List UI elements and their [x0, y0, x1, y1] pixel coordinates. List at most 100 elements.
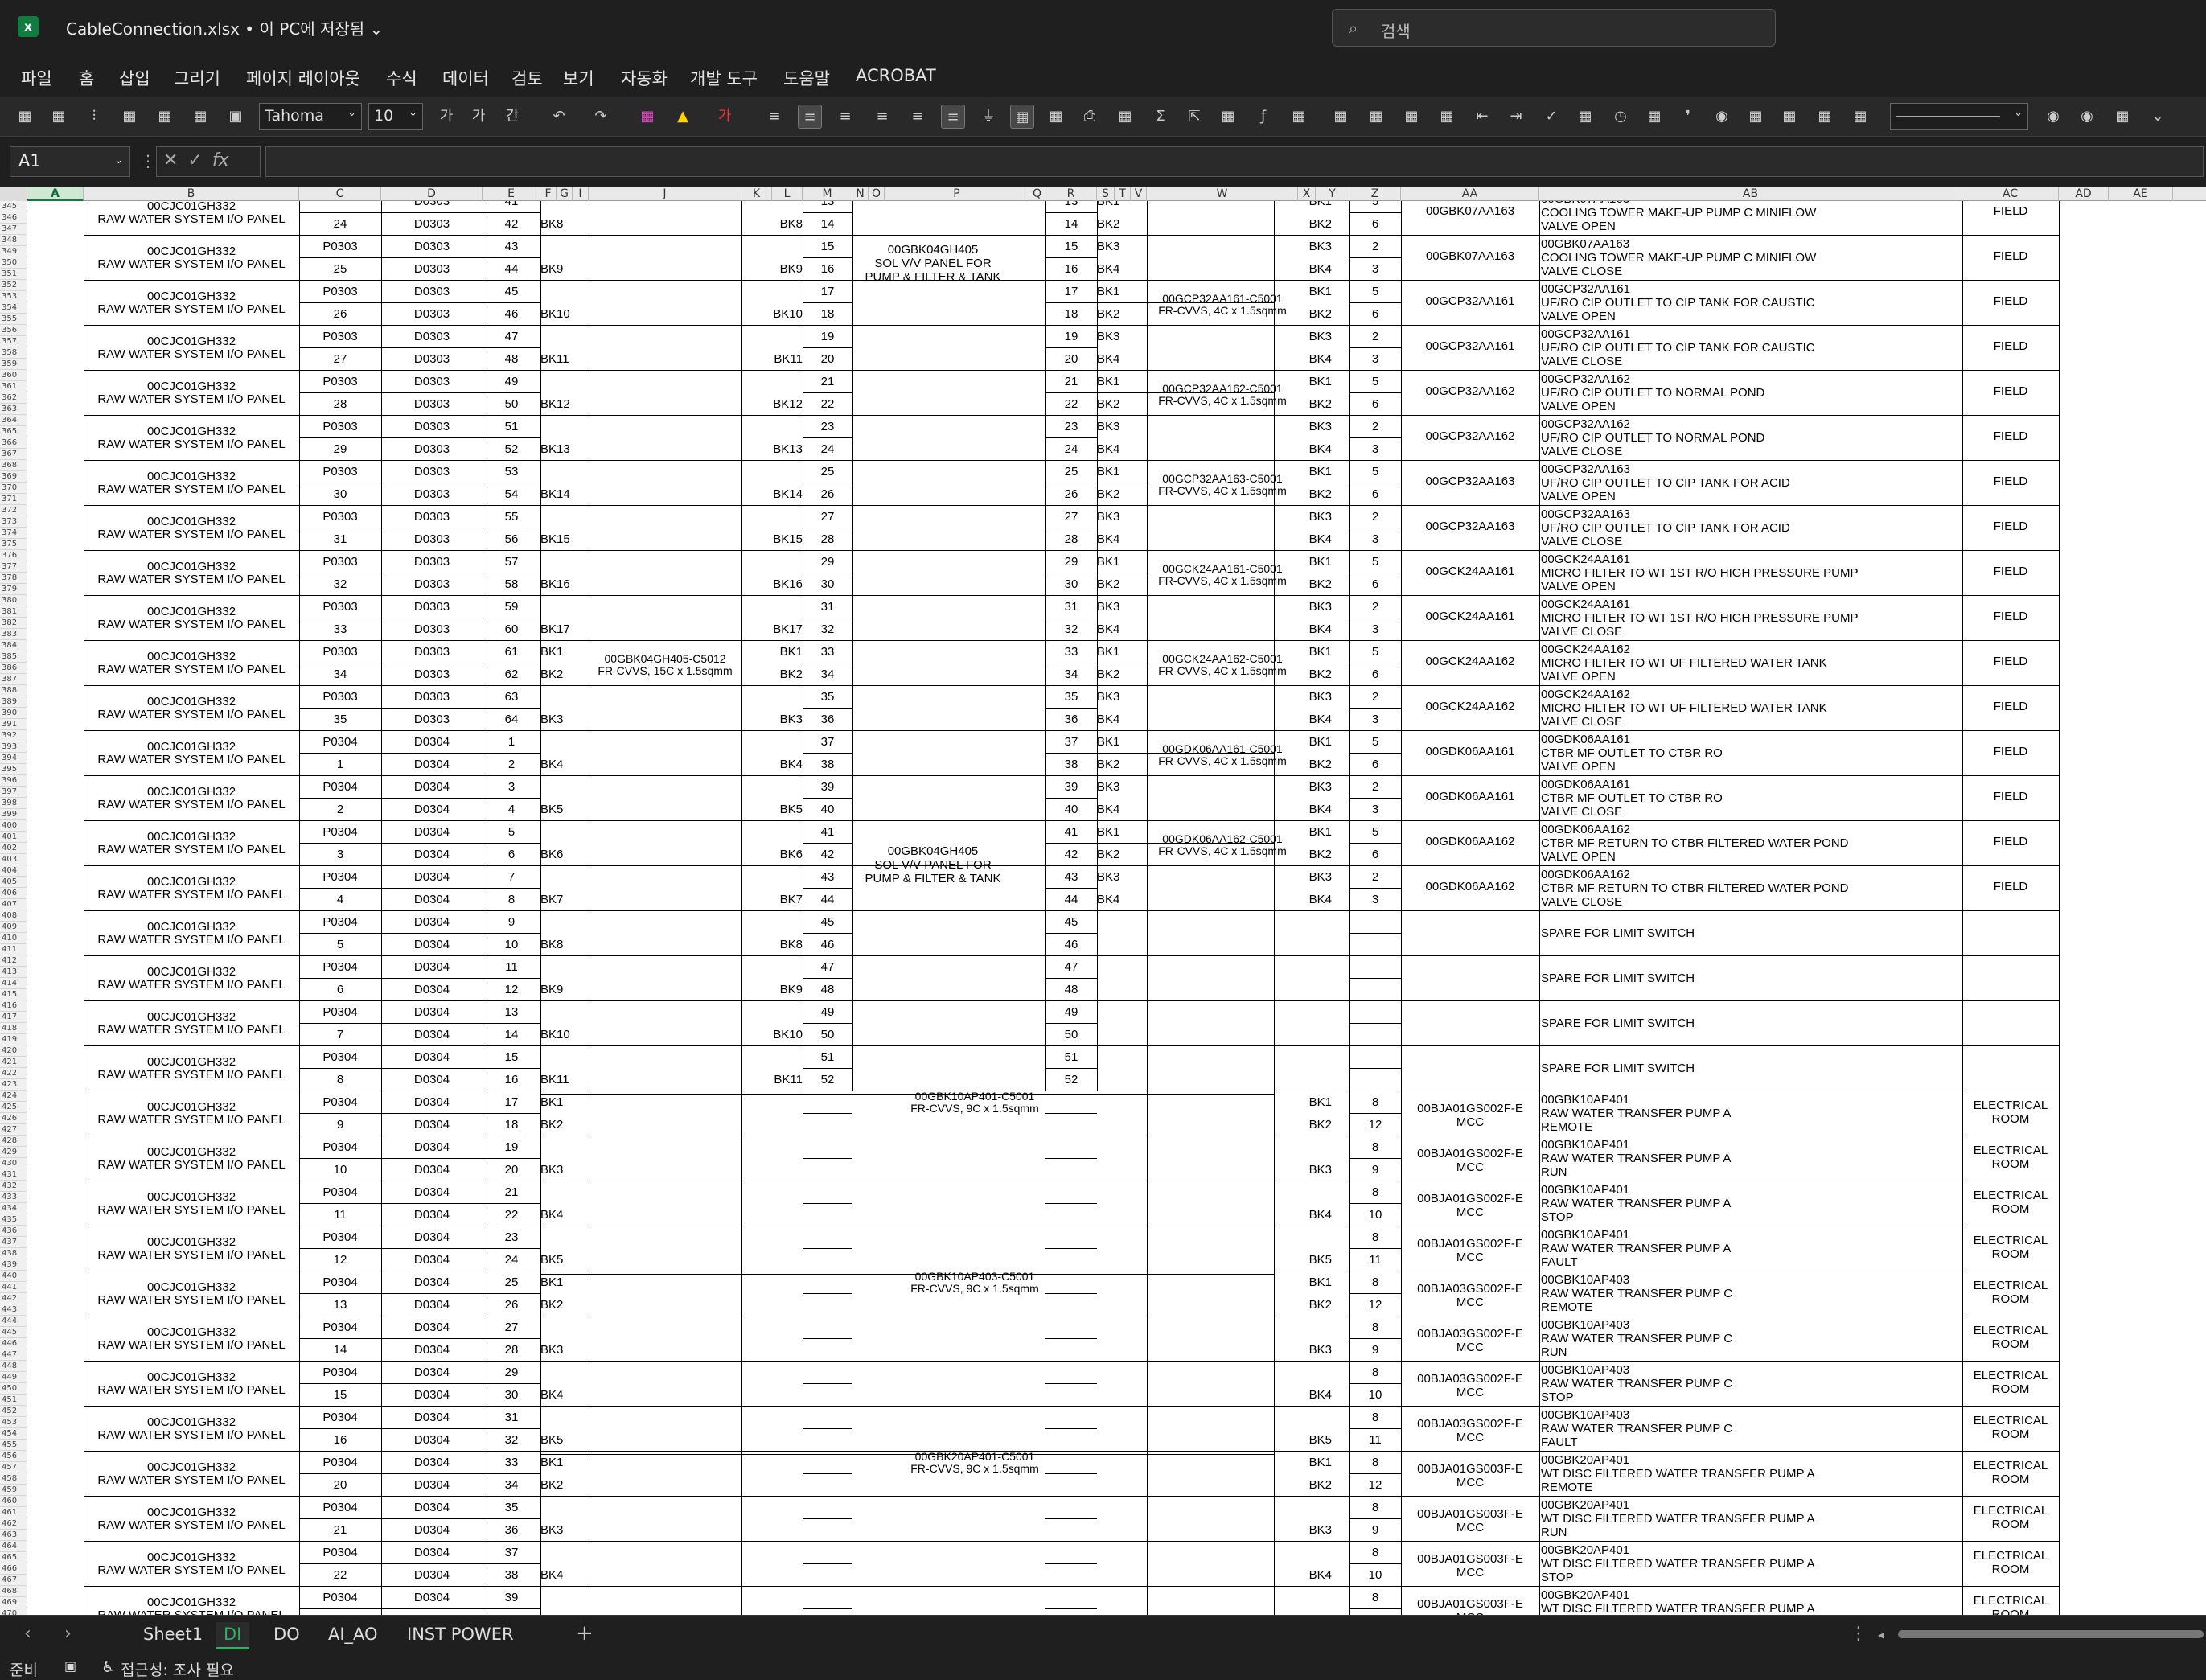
row-header[interactable]: 454 [0, 1428, 27, 1440]
comment-icon[interactable]: ❜ [1676, 105, 1700, 129]
row-header[interactable]: 437 [0, 1237, 27, 1248]
horizontal-scrollbar[interactable] [1898, 1630, 2204, 1638]
align-right-icon[interactable]: ≡ [833, 105, 857, 129]
macro-icon[interactable]: ▦ [1848, 105, 1872, 129]
sheet-tab-di[interactable]: DI [216, 1622, 250, 1649]
print-icon[interactable]: ⎙ [1078, 105, 1102, 129]
row-header[interactable]: 371 [0, 494, 27, 505]
menu-13[interactable]: ACROBAT [856, 66, 936, 85]
form-icon[interactable]: ▦ [1777, 105, 1801, 129]
macro-record-icon[interactable]: ▣ [64, 1658, 76, 1674]
row-header[interactable]: 450 [0, 1383, 27, 1395]
row-header[interactable]: 411 [0, 944, 27, 955]
row-header[interactable]: 460 [0, 1496, 27, 1507]
row-header[interactable]: 452 [0, 1406, 27, 1417]
row-header[interactable]: 448 [0, 1361, 27, 1372]
col-header-V[interactable]: V [1131, 187, 1147, 201]
align-middle-icon[interactable]: ≡ [906, 105, 930, 129]
border-grid-icon[interactable]: ▦ [188, 105, 212, 129]
row-header[interactable]: 434 [0, 1203, 27, 1214]
function-icon[interactable]: ƒ [1251, 105, 1276, 129]
add-sheet-button[interactable]: + [576, 1621, 594, 1645]
col-header-M[interactable]: M [803, 187, 852, 201]
row-header[interactable]: 424 [0, 1091, 27, 1102]
row-header[interactable]: 464 [0, 1541, 27, 1552]
row-header[interactable]: 413 [0, 967, 27, 978]
row-header[interactable]: 423 [0, 1079, 27, 1091]
row-header[interactable]: 373 [0, 516, 27, 528]
col-header-P[interactable]: P [885, 187, 1029, 201]
col-header-Z[interactable]: Z [1349, 187, 1401, 201]
row-header[interactable]: 432 [0, 1181, 27, 1192]
row-header[interactable]: 374 [0, 528, 27, 539]
menu-3[interactable]: 삽입 [119, 66, 150, 90]
row-header[interactable]: 369 [0, 471, 27, 483]
gridlines-icon[interactable]: ▦ [1010, 105, 1034, 129]
row-header[interactable]: 457 [0, 1462, 27, 1473]
phonetic-icon[interactable]: 간 [500, 105, 524, 129]
menu-5[interactable]: 페이지 레이아웃 [246, 66, 360, 90]
row-header[interactable]: 469 [0, 1597, 27, 1608]
col-header-AB[interactable]: AB [1539, 187, 1962, 201]
spelling-icon[interactable]: ▦ [1573, 105, 1597, 129]
pivot-icon[interactable]: ▦ [1642, 105, 1666, 129]
row-header[interactable]: 415 [0, 989, 27, 1000]
border-style-dropdown[interactable]: ⌄ [1890, 103, 2028, 130]
col-header-J[interactable]: J [589, 187, 741, 201]
row-header[interactable]: 363 [0, 404, 27, 415]
row-header[interactable]: 442 [0, 1293, 27, 1304]
row-header[interactable]: 379 [0, 584, 27, 595]
row-header[interactable]: 451 [0, 1395, 27, 1406]
calculator-icon[interactable]: ▦ [1744, 105, 1768, 129]
row-header[interactable]: 398 [0, 798, 27, 809]
document-title[interactable]: CableConnection.xlsx • 이 PC에 저장됨 ⌄ [66, 16, 383, 39]
menu-4[interactable]: 그리기 [174, 66, 220, 90]
row-header[interactable]: 453 [0, 1417, 27, 1428]
cell-area[interactable]: 00CJC01GH332 RAW WATER SYSTEM I/O PANEL D0… [27, 201, 2206, 1615]
menu-7[interactable]: 데이터 [442, 66, 489, 90]
row-header[interactable]: 355 [0, 314, 27, 325]
row-header[interactable]: 440 [0, 1271, 27, 1282]
font-size-dropdown[interactable]: 10 ⌄ [368, 103, 423, 130]
row-header[interactable]: 349 [0, 246, 27, 257]
col-header-AE[interactable]: AE [2109, 187, 2173, 201]
font-color-icon[interactable]: 가 [713, 105, 737, 129]
row-header[interactable]: 416 [0, 1000, 27, 1012]
delete-column-icon[interactable]: ▦ [1399, 105, 1423, 129]
row-header[interactable]: 352 [0, 280, 27, 291]
menu-2[interactable]: 홈 [79, 66, 94, 90]
menu-1[interactable]: 파일 [21, 66, 52, 90]
row-header[interactable]: 465 [0, 1552, 27, 1563]
col-header-E[interactable]: E [483, 187, 540, 201]
options-icon[interactable]: ⋮ [1850, 1624, 1867, 1644]
col-header-K[interactable]: K [741, 187, 772, 201]
row-header[interactable]: 357 [0, 336, 27, 347]
align-top-icon[interactable]: ≡ [870, 105, 894, 129]
row-header[interactable]: 396 [0, 775, 27, 787]
row-header[interactable]: 360 [0, 370, 27, 381]
col-header-Q[interactable]: Q [1029, 187, 1045, 201]
col-header-F[interactable]: F [540, 187, 557, 201]
align-center-icon[interactable]: ≡ [798, 105, 822, 129]
row-header[interactable]: 377 [0, 561, 27, 573]
row-header[interactable]: 438 [0, 1248, 27, 1259]
row-header[interactable]: 368 [0, 460, 27, 471]
thick-border-icon[interactable]: ▣ [224, 105, 248, 129]
grid-view-icon[interactable]: ▦ [13, 105, 37, 129]
col-header-A[interactable]: A [27, 187, 84, 201]
col-header-AA[interactable]: AA [1401, 187, 1539, 201]
row-header[interactable]: 456 [0, 1451, 27, 1462]
filter-icon[interactable]: ⏚ [976, 105, 1000, 129]
row-header[interactable]: 435 [0, 1214, 27, 1226]
accessibility-status[interactable]: 접근성: 조사 필요 [121, 1658, 234, 1680]
sheet-tab-inst-power[interactable]: INST POWER [399, 1622, 522, 1649]
image-icon[interactable]: ▦ [1216, 105, 1240, 129]
col-header-W[interactable]: W [1147, 187, 1298, 201]
row-header[interactable]: 463 [0, 1530, 27, 1541]
row-header[interactable]: 459 [0, 1485, 27, 1496]
row-header[interactable]: 409 [0, 922, 27, 933]
col-header-R[interactable]: R [1045, 187, 1097, 201]
table-view-icon[interactable]: ▦ [47, 105, 71, 129]
next-sheet-icon[interactable]: › [64, 1624, 72, 1644]
row-header[interactable]: 467 [0, 1575, 27, 1586]
